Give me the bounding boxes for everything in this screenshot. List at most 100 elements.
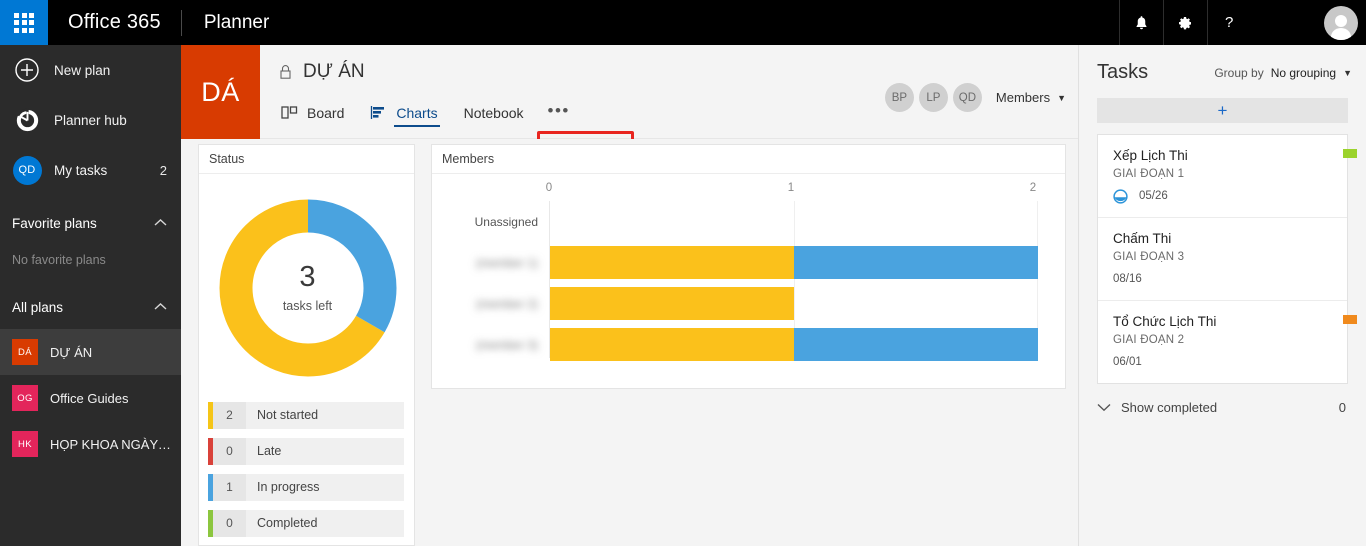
avatar[interactable] [1324,5,1358,40]
members-bar-chart: 0 1 2 Unassigned (member 1) (member 2) (… [432,174,1065,388]
bar-row-label: (member 2) [475,296,538,311]
sidebar-item-my-tasks[interactable]: QD My tasks 2 [0,145,181,195]
tab-charts[interactable]: Charts [368,100,440,127]
bar-row-member-1: (member 1) [476,246,1038,279]
notifications-button[interactable] [1118,0,1163,45]
plan-members: BP LP QD Members ▼ [884,83,1066,112]
legend-row-in-progress[interactable]: 1 In progress [208,474,404,501]
legend-row-not-started[interactable]: 2 Not started [208,402,404,429]
bar-row-unassigned: Unassigned [475,205,1038,238]
tab-label: Notebook [463,104,524,121]
chevron-up-icon [154,298,167,316]
favorite-plans-section-header[interactable]: Favorite plans [0,201,181,245]
status-chart-card: Status 3 tasks left 2 Not started 0 Late… [198,144,415,546]
member-avatar[interactable]: LP [918,83,948,112]
sidebar-plan-office-guides[interactable]: OG Office Guides [0,375,181,421]
task-date: 05/26 [1139,190,1168,203]
charts-icon [370,104,387,121]
no-favorite-plans-text: No favorite plans [12,253,106,267]
planner-hub-icon [12,105,42,135]
show-completed-toggle[interactable]: Show completed 0 [1079,384,1366,415]
plan-name: Office Guides [50,390,129,406]
x-tick-2: 2 [1029,182,1037,194]
add-task-button[interactable]: + [1097,98,1348,123]
more-options-button[interactable]: ••• [548,101,570,121]
task-bucket: GIAI ĐOẠN 1 [1113,167,1185,180]
gear-icon [1177,15,1193,31]
plan-tile: HK [12,431,38,457]
legend-count: 0 [213,510,246,537]
tasks-list: Xếp Lịch Thi GIAI ĐOẠN 1 05/26 Chấm Thi … [1097,134,1357,384]
plus-icon: + [1217,101,1228,120]
chevron-up-icon [154,214,167,232]
bar-segment-not-started [550,246,794,279]
plan-tile: DÁ [12,339,38,365]
show-completed-label: Show completed [1121,399,1218,415]
member-avatar[interactable]: QD [952,83,982,112]
lock-icon [279,64,292,80]
plot-area: Unassigned (member 1) (member 2) (member… [475,201,1038,361]
members-label: Members [995,90,1051,105]
task-card-xep-lich-thi[interactable]: Xếp Lịch Thi GIAI ĐOẠN 1 05/26 [1098,135,1357,218]
settings-button[interactable] [1162,0,1207,45]
charts-body: Status 3 tasks left 2 Not started 0 Late… [181,139,1078,546]
sidebar-plan-du-an[interactable]: DÁ DỰ ÁN [0,329,181,375]
bar-segment-not-started [550,328,794,361]
legend-row-completed[interactable]: 0 Completed [208,510,404,537]
task-bucket: GIAI ĐOẠN 3 [1113,250,1185,263]
task-meta: 08/16 [1113,272,1333,287]
bar-row-label: (member 1) [475,255,538,270]
sidebar-item-label: New plan [54,62,111,78]
sidebar-item-planner-hub[interactable]: Planner hub [0,95,181,145]
chevron-down-icon [1097,403,1111,412]
help-button[interactable]: ? [1206,0,1251,45]
bar-row-label: (member 3) [475,337,538,352]
legend-label: Late [246,438,404,465]
legend-count: 2 [213,402,246,429]
sidebar-item-label: My tasks [54,162,108,178]
status-donut-chart: 3 tasks left [199,174,416,402]
task-card-cham-thi[interactable]: Chấm Thi GIAI ĐOẠN 3 08/16 [1098,218,1347,301]
bar-row-member-2: (member 2) [476,287,1038,320]
plus-circle-icon [12,55,42,85]
member-avatar[interactable]: BP [884,83,914,112]
planner-app: Office 365 Planner ? New plan Planner hu… [0,0,1366,546]
members-dropdown[interactable]: Members ▼ [996,90,1066,105]
waffle-icon [14,12,34,33]
help-icon: ? [1224,14,1234,31]
legend-count: 1 [213,474,246,501]
status-card-header: Status [199,145,414,174]
task-card-to-chuc-lich-thi[interactable]: Tổ Chức Lịch Thi GIAI ĐOẠN 2 06/01 [1098,301,1357,383]
group-by-dropdown[interactable]: Group by No grouping ▼ [1214,66,1352,80]
bar-segment-in-progress [794,328,1038,361]
legend-row-late[interactable]: 0 Late [208,438,404,465]
user-avatar-icon [1324,12,1358,40]
donut: 3 tasks left [219,199,397,377]
sidebar-item-new-plan[interactable]: New plan [0,45,181,95]
my-tasks-avatar: QD [12,155,42,185]
plan-tabs: Board Charts Notebook ••• [279,100,570,127]
tasks-panel: Tasks Group by No grouping ▼ + Xếp Lịch … [1078,45,1366,546]
task-label-flag [1343,314,1357,324]
tab-notebook[interactable]: Notebook [462,101,526,125]
suite-brand[interactable]: Office 365 [48,11,181,34]
plan-header-tile: DÁ [181,45,260,139]
legend-label: Completed [246,510,404,537]
bell-icon [1134,15,1149,31]
bar-segment-in-progress [794,246,1038,279]
page-title: DỰ ÁN [303,61,365,82]
plan-tile: OG [12,385,38,411]
plan-name: HỌP KHOA NGÀY 25/06/... [50,436,181,452]
app-name[interactable]: Planner [182,12,270,34]
tab-label: Charts [396,104,438,121]
my-tasks-count: 2 [159,162,167,178]
task-label-flag [1343,149,1357,158]
all-plans-section-header[interactable]: All plans [0,285,181,329]
tab-board[interactable]: Board [279,100,346,125]
sidebar-plan-hop-khoa[interactable]: HK HỌP KHOA NGÀY 25/06/... [0,421,181,467]
tasks-panel-header: Tasks Group by No grouping ▼ [1079,45,1366,84]
members-chart-card: Members 0 1 2 Unassigned (member 1) (mem… [431,144,1066,389]
bar-row-label: Unassigned [474,214,538,229]
bar-row-member-3: (member 3) [476,328,1038,361]
app-launcher-button[interactable] [0,0,48,45]
